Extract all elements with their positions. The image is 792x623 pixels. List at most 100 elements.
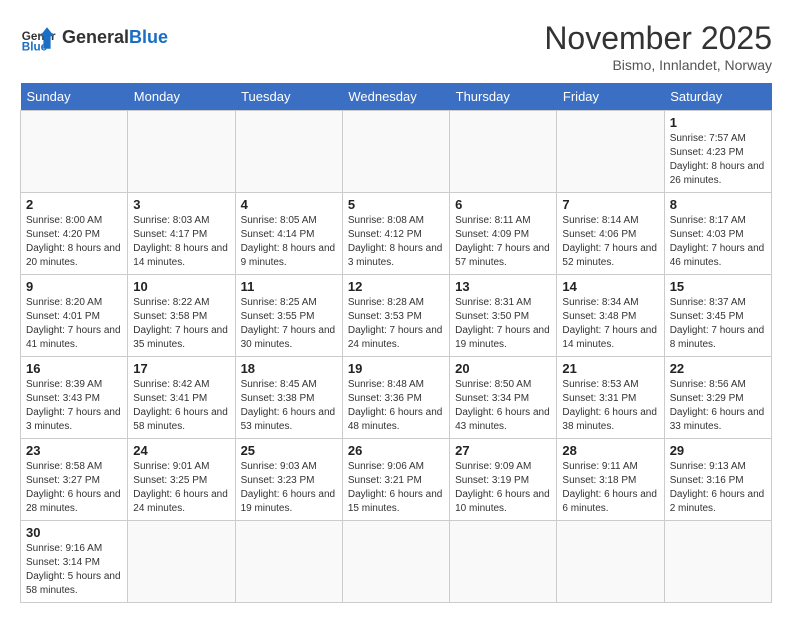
day-cell: 5Sunrise: 8:08 AM Sunset: 4:12 PM Daylig… bbox=[342, 193, 449, 275]
day-number: 24 bbox=[133, 443, 229, 458]
day-info: Sunrise: 8:37 AM Sunset: 3:45 PM Dayligh… bbox=[670, 296, 766, 352]
day-cell: 17 Sunrise: 8:42 AM Sunset: 3:41 PM Dayli… bbox=[128, 357, 235, 439]
day-info: Sunrise: 8:56 AM Sunset: 3:29 PM Dayligh… bbox=[670, 378, 766, 434]
day-info: Sunrise: 9:09 AM Sunset: 3:19 PM Dayligh… bbox=[455, 460, 551, 516]
logo-icon: General Blue bbox=[20, 20, 56, 56]
day-info: Sunrise: 9:13 AM Sunset: 3:16 PM Dayligh… bbox=[670, 460, 766, 516]
day-cell: 6Sunrise: 8:11 AM Sunset: 4:09 PM Daylig… bbox=[450, 193, 557, 275]
day-header-friday: Friday bbox=[557, 83, 664, 111]
day-number: 12 bbox=[348, 279, 444, 294]
day-info: Sunrise: 9:16 AM Sunset: 3:14 PM Dayligh… bbox=[26, 542, 122, 598]
day-number: 29 bbox=[670, 443, 766, 458]
day-number: 8 bbox=[670, 197, 766, 212]
day-cell: 11 Sunrise: 8:25 AM Sunset: 3:55 PM Dayli… bbox=[235, 275, 342, 357]
logo-text: GeneralBlue bbox=[62, 28, 168, 48]
day-info: Sunrise: 8:14 AM Sunset: 4:06 PM Dayligh… bbox=[562, 214, 658, 270]
day-cell: 30 Sunrise: 9:16 AM Sunset: 3:14 PM Dayli… bbox=[21, 521, 128, 603]
day-cell bbox=[557, 111, 664, 193]
day-number: 3 bbox=[133, 197, 229, 212]
day-number: 17 bbox=[133, 361, 229, 376]
day-info: Sunrise: 8:11 AM Sunset: 4:09 PM Dayligh… bbox=[455, 214, 551, 270]
day-number: 21 bbox=[562, 361, 658, 376]
day-cell bbox=[128, 111, 235, 193]
day-cell bbox=[235, 111, 342, 193]
day-number: 23 bbox=[26, 443, 122, 458]
title-block: November 2025 Bismo, Innlandet, Norway bbox=[544, 20, 772, 73]
day-number: 19 bbox=[348, 361, 444, 376]
day-info: Sunrise: 9:03 AM Sunset: 3:23 PM Dayligh… bbox=[241, 460, 337, 516]
day-info: Sunrise: 8:45 AM Sunset: 3:38 PM Dayligh… bbox=[241, 378, 337, 434]
day-number: 18 bbox=[241, 361, 337, 376]
day-number: 9 bbox=[26, 279, 122, 294]
day-info: Sunrise: 9:11 AM Sunset: 3:18 PM Dayligh… bbox=[562, 460, 658, 516]
day-cell: 26 Sunrise: 9:06 AM Sunset: 3:21 PM Dayli… bbox=[342, 439, 449, 521]
day-cell bbox=[21, 111, 128, 193]
header: General Blue GeneralBlue November 2025 B… bbox=[20, 20, 772, 73]
day-info: Sunrise: 8:48 AM Sunset: 3:36 PM Dayligh… bbox=[348, 378, 444, 434]
day-cell bbox=[128, 521, 235, 603]
day-cell: 7 Sunrise: 8:14 AM Sunset: 4:06 PM Daylig… bbox=[557, 193, 664, 275]
day-number: 14 bbox=[562, 279, 658, 294]
day-number: 11 bbox=[241, 279, 337, 294]
day-cell bbox=[235, 521, 342, 603]
day-info: Sunrise: 9:01 AM Sunset: 3:25 PM Dayligh… bbox=[133, 460, 229, 516]
day-cell bbox=[450, 111, 557, 193]
day-cell: 2Sunrise: 8:00 AM Sunset: 4:20 PM Daylig… bbox=[21, 193, 128, 275]
day-cell: 4Sunrise: 8:05 AM Sunset: 4:14 PM Daylig… bbox=[235, 193, 342, 275]
day-info: Sunrise: 8:58 AM Sunset: 3:27 PM Dayligh… bbox=[26, 460, 122, 516]
day-cell: 16 Sunrise: 8:39 AM Sunset: 3:43 PM Dayli… bbox=[21, 357, 128, 439]
day-info: Sunrise: 8:53 AM Sunset: 3:31 PM Dayligh… bbox=[562, 378, 658, 434]
day-number: 10 bbox=[133, 279, 229, 294]
day-cell bbox=[342, 111, 449, 193]
day-info: Sunrise: 8:34 AM Sunset: 3:48 PM Dayligh… bbox=[562, 296, 658, 352]
day-info: Sunrise: 8:39 AM Sunset: 3:43 PM Dayligh… bbox=[26, 378, 122, 434]
day-number: 26 bbox=[348, 443, 444, 458]
day-number: 5 bbox=[348, 197, 444, 212]
day-info: Sunrise: 8:42 AM Sunset: 3:41 PM Dayligh… bbox=[133, 378, 229, 434]
day-number: 27 bbox=[455, 443, 551, 458]
day-number: 30 bbox=[26, 525, 122, 540]
day-cell bbox=[450, 521, 557, 603]
day-cell: 19 Sunrise: 8:48 AM Sunset: 3:36 PM Dayli… bbox=[342, 357, 449, 439]
day-number: 1 bbox=[670, 115, 766, 130]
day-info: Sunrise: 8:50 AM Sunset: 3:34 PM Dayligh… bbox=[455, 378, 551, 434]
day-cell bbox=[664, 521, 771, 603]
day-cell: 12Sunrise: 8:28 AM Sunset: 3:53 PM Dayli… bbox=[342, 275, 449, 357]
day-number: 15 bbox=[670, 279, 766, 294]
calendar-title: November 2025 bbox=[544, 20, 772, 57]
day-cell: 29 Sunrise: 9:13 AM Sunset: 3:16 PM Dayli… bbox=[664, 439, 771, 521]
day-cell: 9Sunrise: 8:20 AM Sunset: 4:01 PM Daylig… bbox=[21, 275, 128, 357]
day-cell: 10Sunrise: 8:22 AM Sunset: 3:58 PM Dayli… bbox=[128, 275, 235, 357]
day-cell: 25Sunrise: 9:03 AM Sunset: 3:23 PM Dayli… bbox=[235, 439, 342, 521]
day-info: Sunrise: 8:00 AM Sunset: 4:20 PM Dayligh… bbox=[26, 214, 122, 270]
day-info: Sunrise: 8:31 AM Sunset: 3:50 PM Dayligh… bbox=[455, 296, 551, 352]
week-row-0: 1 Sunrise: 7:57 AM Sunset: 4:23 PM Daylig… bbox=[21, 111, 772, 193]
day-info: Sunrise: 8:03 AM Sunset: 4:17 PM Dayligh… bbox=[133, 214, 229, 270]
calendar-subtitle: Bismo, Innlandet, Norway bbox=[544, 57, 772, 73]
day-header-tuesday: Tuesday bbox=[235, 83, 342, 111]
week-row-2: 9Sunrise: 8:20 AM Sunset: 4:01 PM Daylig… bbox=[21, 275, 772, 357]
day-number: 7 bbox=[562, 197, 658, 212]
day-header-sunday: Sunday bbox=[21, 83, 128, 111]
day-info: Sunrise: 8:17 AM Sunset: 4:03 PM Dayligh… bbox=[670, 214, 766, 270]
day-number: 20 bbox=[455, 361, 551, 376]
day-header-thursday: Thursday bbox=[450, 83, 557, 111]
day-number: 16 bbox=[26, 361, 122, 376]
day-cell: 8 Sunrise: 8:17 AM Sunset: 4:03 PM Daylig… bbox=[664, 193, 771, 275]
day-cell: 15 Sunrise: 8:37 AM Sunset: 3:45 PM Dayli… bbox=[664, 275, 771, 357]
day-info: Sunrise: 9:06 AM Sunset: 3:21 PM Dayligh… bbox=[348, 460, 444, 516]
day-cell: 1 Sunrise: 7:57 AM Sunset: 4:23 PM Daylig… bbox=[664, 111, 771, 193]
day-cell bbox=[342, 521, 449, 603]
day-cell: 20 Sunrise: 8:50 AM Sunset: 3:34 PM Dayli… bbox=[450, 357, 557, 439]
day-cell: 23 Sunrise: 8:58 AM Sunset: 3:27 PM Dayli… bbox=[21, 439, 128, 521]
week-row-4: 23 Sunrise: 8:58 AM Sunset: 3:27 PM Dayli… bbox=[21, 439, 772, 521]
header-row: SundayMondayTuesdayWednesdayThursdayFrid… bbox=[21, 83, 772, 111]
day-header-monday: Monday bbox=[128, 83, 235, 111]
day-cell: 22Sunrise: 8:56 AM Sunset: 3:29 PM Dayli… bbox=[664, 357, 771, 439]
day-info: Sunrise: 8:25 AM Sunset: 3:55 PM Dayligh… bbox=[241, 296, 337, 352]
day-number: 13 bbox=[455, 279, 551, 294]
day-cell: 24 Sunrise: 9:01 AM Sunset: 3:25 PM Dayli… bbox=[128, 439, 235, 521]
day-info: Sunrise: 7:57 AM Sunset: 4:23 PM Dayligh… bbox=[670, 132, 766, 188]
day-cell bbox=[557, 521, 664, 603]
day-cell: 21 Sunrise: 8:53 AM Sunset: 3:31 PM Dayli… bbox=[557, 357, 664, 439]
